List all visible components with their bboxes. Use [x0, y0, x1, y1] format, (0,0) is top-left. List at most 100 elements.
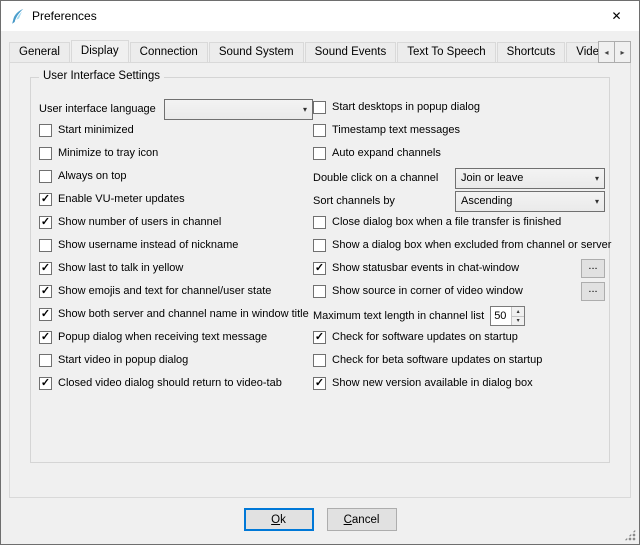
tab-shortcuts[interactable]: Shortcuts	[497, 42, 566, 62]
app-icon	[9, 8, 26, 25]
quantity-stepper[interactable]: 50▴▾	[490, 306, 525, 326]
checkbox-label: Check for software updates on startup	[332, 331, 518, 343]
preferences-dialog: Preferences ✕ GeneralDisplayConnectionSo…	[0, 0, 640, 545]
spin-up-icon[interactable]: ▴	[512, 307, 524, 317]
checkbox[interactable]: ✓	[313, 331, 326, 344]
checkbox[interactable]	[313, 101, 326, 114]
checkbox-label: Show emojis and text for channel/user st…	[58, 285, 271, 297]
checkbox-label: Check for beta software updates on start…	[332, 354, 542, 366]
checkbox-row[interactable]: Timestamp text messages	[313, 121, 605, 139]
checkbox-label: Show source in corner of video window	[332, 285, 523, 297]
titlebar[interactable]: Preferences ✕	[1, 1, 639, 31]
checkbox-row[interactable]: ✓ Check for software updates on startup	[313, 328, 605, 346]
checkbox-row[interactable]: ✓ Show emojis and text for channel/user s…	[39, 282, 313, 300]
ok-button[interactable]: Ok	[244, 508, 314, 531]
checkbox[interactable]	[39, 124, 52, 137]
language-select[interactable]: ▾	[164, 99, 313, 120]
checkbox-row[interactable]: Always on top	[39, 167, 313, 185]
checkbox[interactable]: ✓	[313, 262, 326, 275]
spinbox-row: Maximum text length in channel list 50▴▾	[313, 305, 605, 327]
checkbox[interactable]	[39, 170, 52, 183]
checkbox[interactable]: ✓	[313, 377, 326, 390]
chevron-down-icon: ▾	[595, 197, 599, 206]
checkbox[interactable]: ✓	[39, 193, 52, 206]
checkbox-label: Start video in popup dialog	[58, 354, 188, 366]
tab-strip: GeneralDisplayConnectionSound SystemSoun…	[9, 39, 631, 62]
checkbox[interactable]: ✓	[39, 285, 52, 298]
checkbox-label: Show new version available in dialog box	[332, 377, 533, 389]
tab-scroll-left-icon[interactable]: ◂	[598, 41, 615, 63]
checkbox-row[interactable]: Start video in popup dialog	[39, 351, 313, 369]
checkbox[interactable]: ✓	[39, 331, 52, 344]
checkbox[interactable]: ✓	[39, 262, 52, 275]
checkbox-row[interactable]: Start desktops in popup dialog	[313, 98, 605, 116]
checkbox-label: Show username instead of nickname	[58, 239, 238, 251]
close-icon[interactable]: ✕	[594, 1, 639, 31]
checkbox[interactable]	[39, 354, 52, 367]
checkbox-row[interactable]: ✓Show statusbar events in chat-window...	[313, 259, 605, 277]
checkbox[interactable]	[313, 285, 326, 298]
tab-sound-events[interactable]: Sound Events	[305, 42, 397, 62]
checkbox[interactable]	[39, 239, 52, 252]
tab-scroll-control: ◂ ▸	[599, 41, 631, 63]
tab-connection[interactable]: Connection	[130, 42, 208, 62]
checkbox-row[interactable]: ✓ Closed video dialog should return to vi…	[39, 374, 313, 392]
dropdown-row: Sort channels byAscending▾	[313, 190, 605, 212]
group-title: User Interface Settings	[39, 70, 164, 82]
spin-down-icon[interactable]: ▾	[512, 317, 524, 326]
chevron-down-icon: ▾	[303, 105, 307, 114]
language-label: User interface language	[39, 103, 156, 115]
checkbox[interactable]: ✓	[39, 377, 52, 390]
spin-arrows: ▴▾	[511, 307, 524, 325]
tab-display[interactable]: Display	[71, 40, 129, 62]
checkbox[interactable]	[313, 124, 326, 137]
checkbox-row[interactable]: Start minimized	[39, 121, 313, 139]
tab-scroll-right-icon[interactable]: ▸	[614, 41, 631, 63]
checkbox-label: Always on top	[58, 170, 126, 182]
checkbox[interactable]: ✓	[39, 308, 52, 321]
checkbox-label: Enable VU-meter updates	[58, 193, 185, 205]
checkbox[interactable]	[313, 147, 326, 160]
checkbox-row[interactable]: Close dialog box when a file transfer is…	[313, 213, 605, 231]
spinbox-value: 50	[491, 307, 511, 325]
checkbox[interactable]	[39, 147, 52, 160]
checkbox-label: Show both server and channel name in win…	[58, 308, 309, 320]
checkbox-row[interactable]: Check for beta software updates on start…	[313, 351, 605, 369]
checkbox[interactable]	[313, 354, 326, 367]
tab-pane: User Interface Settings User interface l…	[9, 62, 631, 498]
tab-sound-system[interactable]: Sound System	[209, 42, 304, 62]
checkbox-row[interactable]: Show source in corner of video window...	[313, 282, 605, 300]
checkbox-row[interactable]: ✓Popup dialog when receiving text messag…	[39, 328, 313, 346]
dropdown[interactable]: Ascending▾	[455, 191, 605, 212]
checkbox-label: Timestamp text messages	[332, 124, 460, 136]
checkbox-row[interactable]: ✓ Show last to talk in yellow	[39, 259, 313, 277]
checkbox-row[interactable]: ✓ Show both server and channel name in wi…	[39, 305, 313, 323]
checkbox[interactable]	[313, 239, 326, 252]
checkbox[interactable]	[313, 216, 326, 229]
checkbox-row[interactable]: ✓ Show new version available in dialog bo…	[313, 374, 605, 392]
browse-button[interactable]: ...	[581, 259, 605, 278]
dropdown-label: Double click on a channel	[313, 172, 438, 184]
checkbox-label: Start minimized	[58, 124, 134, 136]
checkbox[interactable]: ✓	[39, 216, 52, 229]
tab-text-to-speech[interactable]: Text To Speech	[397, 42, 495, 62]
left-column: User interface language ▾ Start minimized M…	[39, 98, 313, 397]
checkbox-label: Auto expand channels	[332, 147, 441, 159]
checkbox-label: Show number of users in channel	[58, 216, 221, 228]
browse-button[interactable]: ...	[581, 282, 605, 301]
checkbox-label: Closed video dialog should return to vid…	[58, 377, 282, 389]
checkbox-row[interactable]: Minimize to tray icon	[39, 144, 313, 162]
spinbox-label: Maximum text length in channel list	[313, 310, 484, 322]
checkbox-label: Show last to talk in yellow	[58, 262, 183, 274]
dropdown-value: Join or leave	[461, 172, 590, 184]
tab-general[interactable]: General	[9, 42, 70, 62]
tab-bar: GeneralDisplayConnectionSound SystemSoun…	[1, 31, 639, 62]
checkbox-row[interactable]: ✓ Show number of users in channel	[39, 213, 313, 231]
checkbox-row[interactable]: Show a dialog box when excluded from cha…	[313, 236, 605, 254]
cancel-button[interactable]: Cancel	[327, 508, 397, 531]
button-row: Ok Cancel	[1, 508, 639, 531]
dropdown[interactable]: Join or leave▾	[455, 168, 605, 189]
checkbox-row[interactable]: Auto expand channels	[313, 144, 605, 162]
checkbox-row[interactable]: Show username instead of nickname	[39, 236, 313, 254]
checkbox-row[interactable]: ✓ Enable VU-meter updates	[39, 190, 313, 208]
